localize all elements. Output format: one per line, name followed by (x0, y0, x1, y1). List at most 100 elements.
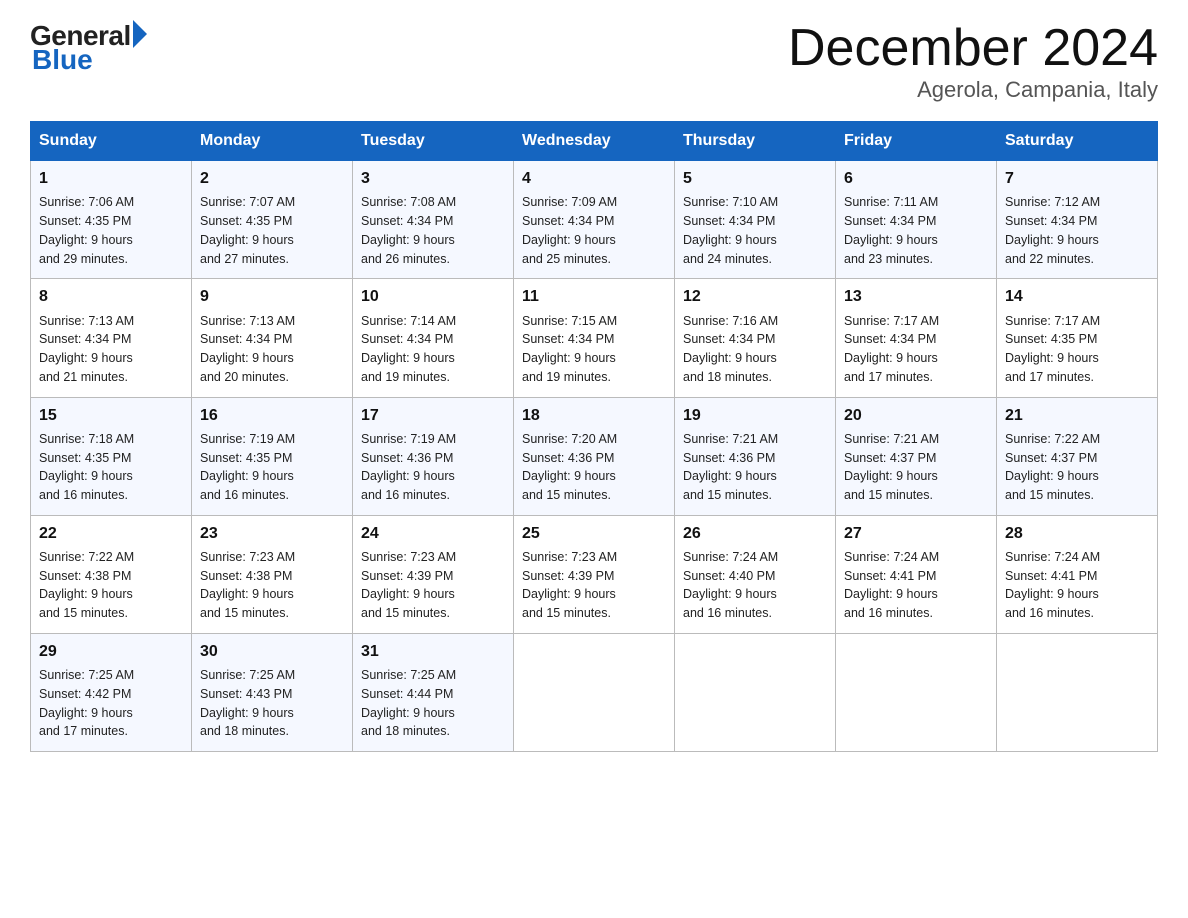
day-info: Sunrise: 7:25 AMSunset: 4:43 PMDaylight:… (200, 666, 344, 741)
day-number: 9 (200, 285, 344, 308)
column-header-saturday: Saturday (997, 122, 1158, 161)
calendar-day-cell: 15 Sunrise: 7:18 AMSunset: 4:35 PMDayligh… (31, 397, 192, 515)
day-number: 12 (683, 285, 827, 308)
day-number: 16 (200, 404, 344, 427)
day-info: Sunrise: 7:23 AMSunset: 4:38 PMDaylight:… (200, 548, 344, 623)
day-info: Sunrise: 7:13 AMSunset: 4:34 PMDaylight:… (200, 312, 344, 387)
logo-blue-text: Blue (32, 44, 93, 76)
day-info: Sunrise: 7:17 AMSunset: 4:34 PMDaylight:… (844, 312, 988, 387)
calendar-day-cell: 18 Sunrise: 7:20 AMSunset: 4:36 PMDayligh… (514, 397, 675, 515)
day-info: Sunrise: 7:22 AMSunset: 4:38 PMDaylight:… (39, 548, 183, 623)
day-info: Sunrise: 7:24 AMSunset: 4:41 PMDaylight:… (844, 548, 988, 623)
calendar-day-cell: 1 Sunrise: 7:06 AMSunset: 4:35 PMDaylight… (31, 161, 192, 279)
day-number: 8 (39, 285, 183, 308)
calendar-day-cell: 28 Sunrise: 7:24 AMSunset: 4:41 PMDayligh… (997, 515, 1158, 633)
calendar-day-cell: 9 Sunrise: 7:13 AMSunset: 4:34 PMDaylight… (192, 279, 353, 397)
day-number: 31 (361, 640, 505, 663)
day-number: 15 (39, 404, 183, 427)
day-info: Sunrise: 7:25 AMSunset: 4:42 PMDaylight:… (39, 666, 183, 741)
calendar-day-cell: 10Sunrise: 7:14 AMSunset: 4:34 PMDayligh… (353, 279, 514, 397)
day-info: Sunrise: 7:25 AMSunset: 4:44 PMDaylight:… (361, 666, 505, 741)
column-header-tuesday: Tuesday (353, 122, 514, 161)
calendar-day-cell: 31 Sunrise: 7:25 AMSunset: 4:44 PMDayligh… (353, 633, 514, 751)
day-number: 29 (39, 640, 183, 663)
calendar-week-row: 22 Sunrise: 7:22 AMSunset: 4:38 PMDayligh… (31, 515, 1158, 633)
day-number: 22 (39, 522, 183, 545)
day-number: 1 (39, 167, 183, 190)
calendar-header-row: SundayMondayTuesdayWednesdayThursdayFrid… (31, 122, 1158, 161)
day-info: Sunrise: 7:16 AMSunset: 4:34 PMDaylight:… (683, 312, 827, 387)
calendar-day-cell: 12 Sunrise: 7:16 AMSunset: 4:34 PMDayligh… (675, 279, 836, 397)
calendar-week-row: 8 Sunrise: 7:13 AMSunset: 4:34 PMDaylight… (31, 279, 1158, 397)
calendar-day-cell: 30 Sunrise: 7:25 AMSunset: 4:43 PMDayligh… (192, 633, 353, 751)
day-info: Sunrise: 7:19 AMSunset: 4:36 PMDaylight:… (361, 430, 505, 505)
calendar-week-row: 15 Sunrise: 7:18 AMSunset: 4:35 PMDayligh… (31, 397, 1158, 515)
column-header-thursday: Thursday (675, 122, 836, 161)
day-info: Sunrise: 7:10 AMSunset: 4:34 PMDaylight:… (683, 193, 827, 268)
calendar-day-cell: 19 Sunrise: 7:21 AMSunset: 4:36 PMDayligh… (675, 397, 836, 515)
calendar-day-cell: 24Sunrise: 7:23 AMSunset: 4:39 PMDayligh… (353, 515, 514, 633)
day-number: 30 (200, 640, 344, 663)
logo-triangle-icon (133, 20, 147, 48)
day-info: Sunrise: 7:23 AMSunset: 4:39 PMDaylight:… (522, 548, 666, 623)
calendar-day-cell: 13Sunrise: 7:17 AMSunset: 4:34 PMDayligh… (836, 279, 997, 397)
empty-day-cell (675, 633, 836, 751)
calendar-day-cell: 6 Sunrise: 7:11 AMSunset: 4:34 PMDaylight… (836, 161, 997, 279)
calendar-day-cell: 17 Sunrise: 7:19 AMSunset: 4:36 PMDayligh… (353, 397, 514, 515)
day-number: 11 (522, 285, 666, 308)
calendar-day-cell: 7 Sunrise: 7:12 AMSunset: 4:34 PMDaylight… (997, 161, 1158, 279)
logo: General Blue (30, 20, 147, 76)
day-number: 25 (522, 522, 666, 545)
empty-day-cell (997, 633, 1158, 751)
empty-day-cell (514, 633, 675, 751)
day-info: Sunrise: 7:06 AMSunset: 4:35 PMDaylight:… (39, 193, 183, 268)
day-info: Sunrise: 7:11 AMSunset: 4:34 PMDaylight:… (844, 193, 988, 268)
day-number: 19 (683, 404, 827, 427)
calendar-day-cell: 3Sunrise: 7:08 AMSunset: 4:34 PMDaylight… (353, 161, 514, 279)
day-info: Sunrise: 7:12 AMSunset: 4:34 PMDaylight:… (1005, 193, 1149, 268)
calendar-day-cell: 23 Sunrise: 7:23 AMSunset: 4:38 PMDayligh… (192, 515, 353, 633)
day-number: 17 (361, 404, 505, 427)
calendar-day-cell: 5Sunrise: 7:10 AMSunset: 4:34 PMDaylight… (675, 161, 836, 279)
day-info: Sunrise: 7:21 AMSunset: 4:37 PMDaylight:… (844, 430, 988, 505)
day-number: 27 (844, 522, 988, 545)
day-info: Sunrise: 7:15 AMSunset: 4:34 PMDaylight:… (522, 312, 666, 387)
day-info: Sunrise: 7:09 AMSunset: 4:34 PMDaylight:… (522, 193, 666, 268)
day-number: 18 (522, 404, 666, 427)
day-info: Sunrise: 7:24 AMSunset: 4:40 PMDaylight:… (683, 548, 827, 623)
day-info: Sunrise: 7:22 AMSunset: 4:37 PMDaylight:… (1005, 430, 1149, 505)
column-header-friday: Friday (836, 122, 997, 161)
day-info: Sunrise: 7:23 AMSunset: 4:39 PMDaylight:… (361, 548, 505, 623)
column-header-wednesday: Wednesday (514, 122, 675, 161)
day-number: 26 (683, 522, 827, 545)
day-info: Sunrise: 7:18 AMSunset: 4:35 PMDaylight:… (39, 430, 183, 505)
day-info: Sunrise: 7:21 AMSunset: 4:36 PMDaylight:… (683, 430, 827, 505)
title-block: December 2024 Agerola, Campania, Italy (788, 20, 1158, 103)
day-info: Sunrise: 7:17 AMSunset: 4:35 PMDaylight:… (1005, 312, 1149, 387)
day-number: 2 (200, 167, 344, 190)
day-number: 23 (200, 522, 344, 545)
calendar-day-cell: 8 Sunrise: 7:13 AMSunset: 4:34 PMDaylight… (31, 279, 192, 397)
calendar-day-cell: 16Sunrise: 7:19 AMSunset: 4:35 PMDayligh… (192, 397, 353, 515)
day-number: 7 (1005, 167, 1149, 190)
day-number: 6 (844, 167, 988, 190)
month-title: December 2024 (788, 20, 1158, 77)
day-number: 28 (1005, 522, 1149, 545)
calendar-day-cell: 22 Sunrise: 7:22 AMSunset: 4:38 PMDayligh… (31, 515, 192, 633)
day-number: 14 (1005, 285, 1149, 308)
calendar-table: SundayMondayTuesdayWednesdayThursdayFrid… (30, 121, 1158, 752)
day-number: 21 (1005, 404, 1149, 427)
day-info: Sunrise: 7:20 AMSunset: 4:36 PMDaylight:… (522, 430, 666, 505)
calendar-day-cell: 11 Sunrise: 7:15 AMSunset: 4:34 PMDayligh… (514, 279, 675, 397)
day-number: 10 (361, 285, 505, 308)
calendar-week-row: 29 Sunrise: 7:25 AMSunset: 4:42 PMDayligh… (31, 633, 1158, 751)
calendar-day-cell: 14 Sunrise: 7:17 AMSunset: 4:35 PMDayligh… (997, 279, 1158, 397)
day-info: Sunrise: 7:07 AMSunset: 4:35 PMDaylight:… (200, 193, 344, 268)
calendar-day-cell: 21 Sunrise: 7:22 AMSunset: 4:37 PMDayligh… (997, 397, 1158, 515)
day-info: Sunrise: 7:13 AMSunset: 4:34 PMDaylight:… (39, 312, 183, 387)
calendar-day-cell: 20 Sunrise: 7:21 AMSunset: 4:37 PMDayligh… (836, 397, 997, 515)
day-info: Sunrise: 7:24 AMSunset: 4:41 PMDaylight:… (1005, 548, 1149, 623)
calendar-day-cell: 4Sunrise: 7:09 AMSunset: 4:34 PMDaylight… (514, 161, 675, 279)
day-number: 20 (844, 404, 988, 427)
calendar-week-row: 1 Sunrise: 7:06 AMSunset: 4:35 PMDaylight… (31, 161, 1158, 279)
